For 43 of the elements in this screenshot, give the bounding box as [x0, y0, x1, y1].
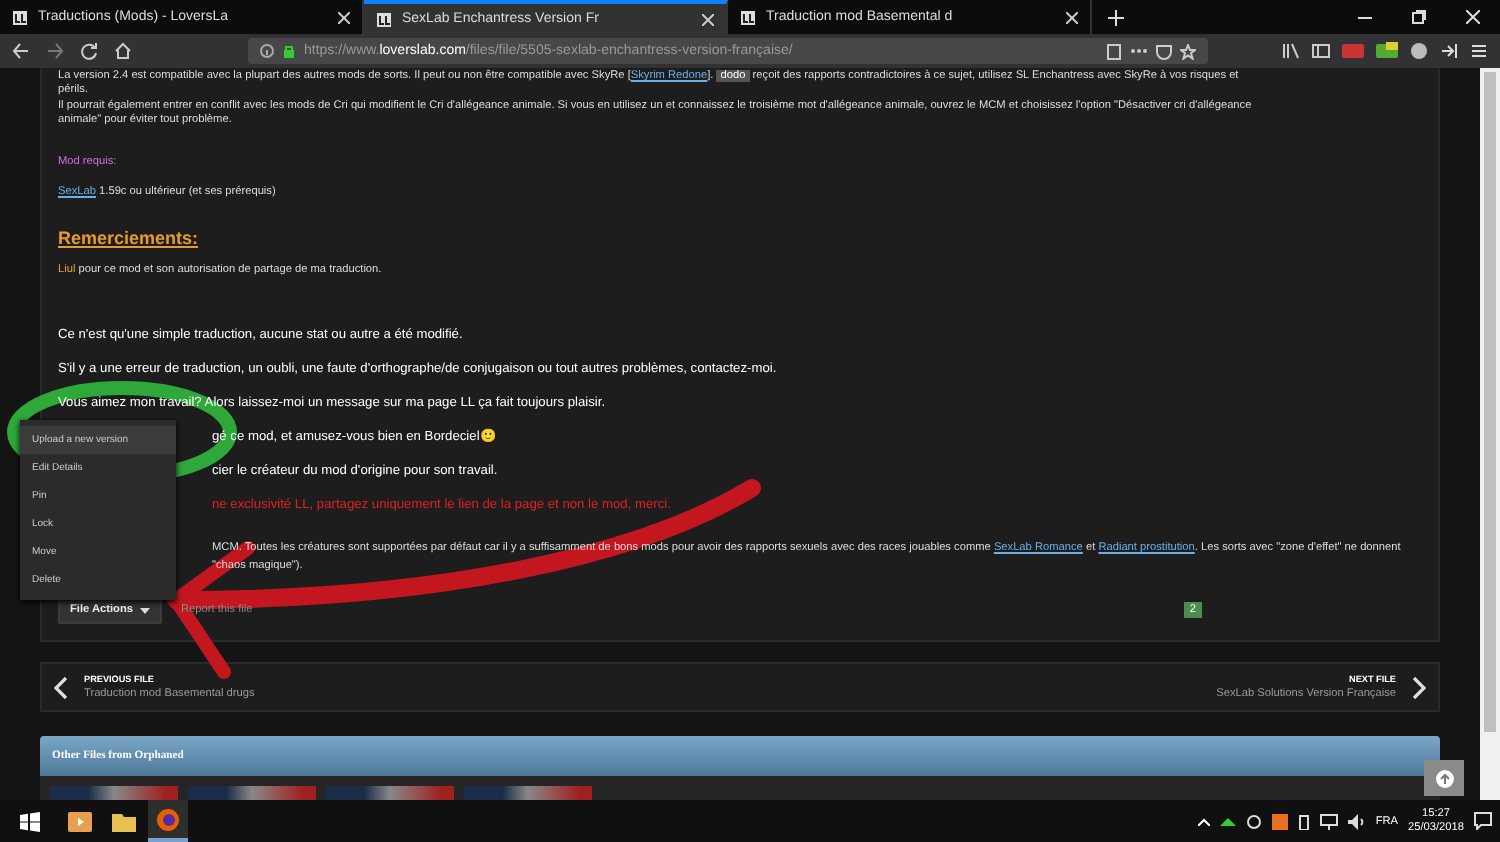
- chevron-up-icon[interactable]: [1197, 817, 1210, 825]
- site-icon: [376, 11, 392, 27]
- close-icon[interactable]: [702, 13, 714, 25]
- sync-icon[interactable]: [1440, 42, 1458, 60]
- reload-icon[interactable]: [80, 42, 98, 60]
- restore-icon[interactable]: [1412, 10, 1426, 24]
- close-icon[interactable]: [338, 11, 350, 23]
- scrollbar[interactable]: [1480, 68, 1500, 800]
- site-icon: [740, 9, 756, 25]
- extension-icon[interactable]: [1376, 42, 1398, 60]
- lock-icon: [282, 44, 296, 58]
- windows-icon[interactable]: [20, 811, 40, 831]
- folder-icon: [112, 809, 136, 833]
- pocket-icon[interactable]: [1156, 43, 1172, 59]
- site-icon: [12, 9, 28, 25]
- star-icon[interactable]: [1180, 43, 1196, 59]
- battery-icon: [1297, 813, 1310, 829]
- sidebar-icon[interactable]: [1312, 42, 1330, 60]
- scroll-to-top-button[interactable]: [1424, 760, 1464, 796]
- media-player-icon: [68, 809, 92, 833]
- info-icon[interactable]: [260, 44, 274, 58]
- more-icon[interactable]: [1130, 48, 1148, 54]
- new-tab-icon[interactable]: [1108, 9, 1124, 25]
- close-icon[interactable]: [1066, 11, 1078, 23]
- speaker-icon[interactable]: [1347, 813, 1366, 829]
- taskbar-app[interactable]: [148, 800, 188, 842]
- notification-icon[interactable]: [1474, 812, 1492, 830]
- browser-icon: [156, 807, 180, 831]
- extension-icon[interactable]: [1410, 42, 1428, 60]
- section-heading: Remerciements:: [58, 228, 201, 248]
- scroll-thumb[interactable]: [1484, 72, 1496, 732]
- library-icon[interactable]: [1282, 42, 1300, 60]
- menu-icon[interactable]: [1470, 42, 1488, 60]
- caret-icon: [139, 607, 149, 613]
- network-icon[interactable]: [1319, 813, 1338, 829]
- forward-icon[interactable]: [46, 42, 64, 60]
- close-icon[interactable]: [1466, 10, 1480, 24]
- home-icon[interactable]: [114, 42, 132, 60]
- back-icon[interactable]: [12, 42, 30, 60]
- arrow-up-icon: [1435, 769, 1453, 787]
- reader-icon[interactable]: [1106, 43, 1122, 59]
- chevron-right-icon[interactable]: [1412, 675, 1426, 699]
- chevron-left-icon[interactable]: [54, 675, 68, 699]
